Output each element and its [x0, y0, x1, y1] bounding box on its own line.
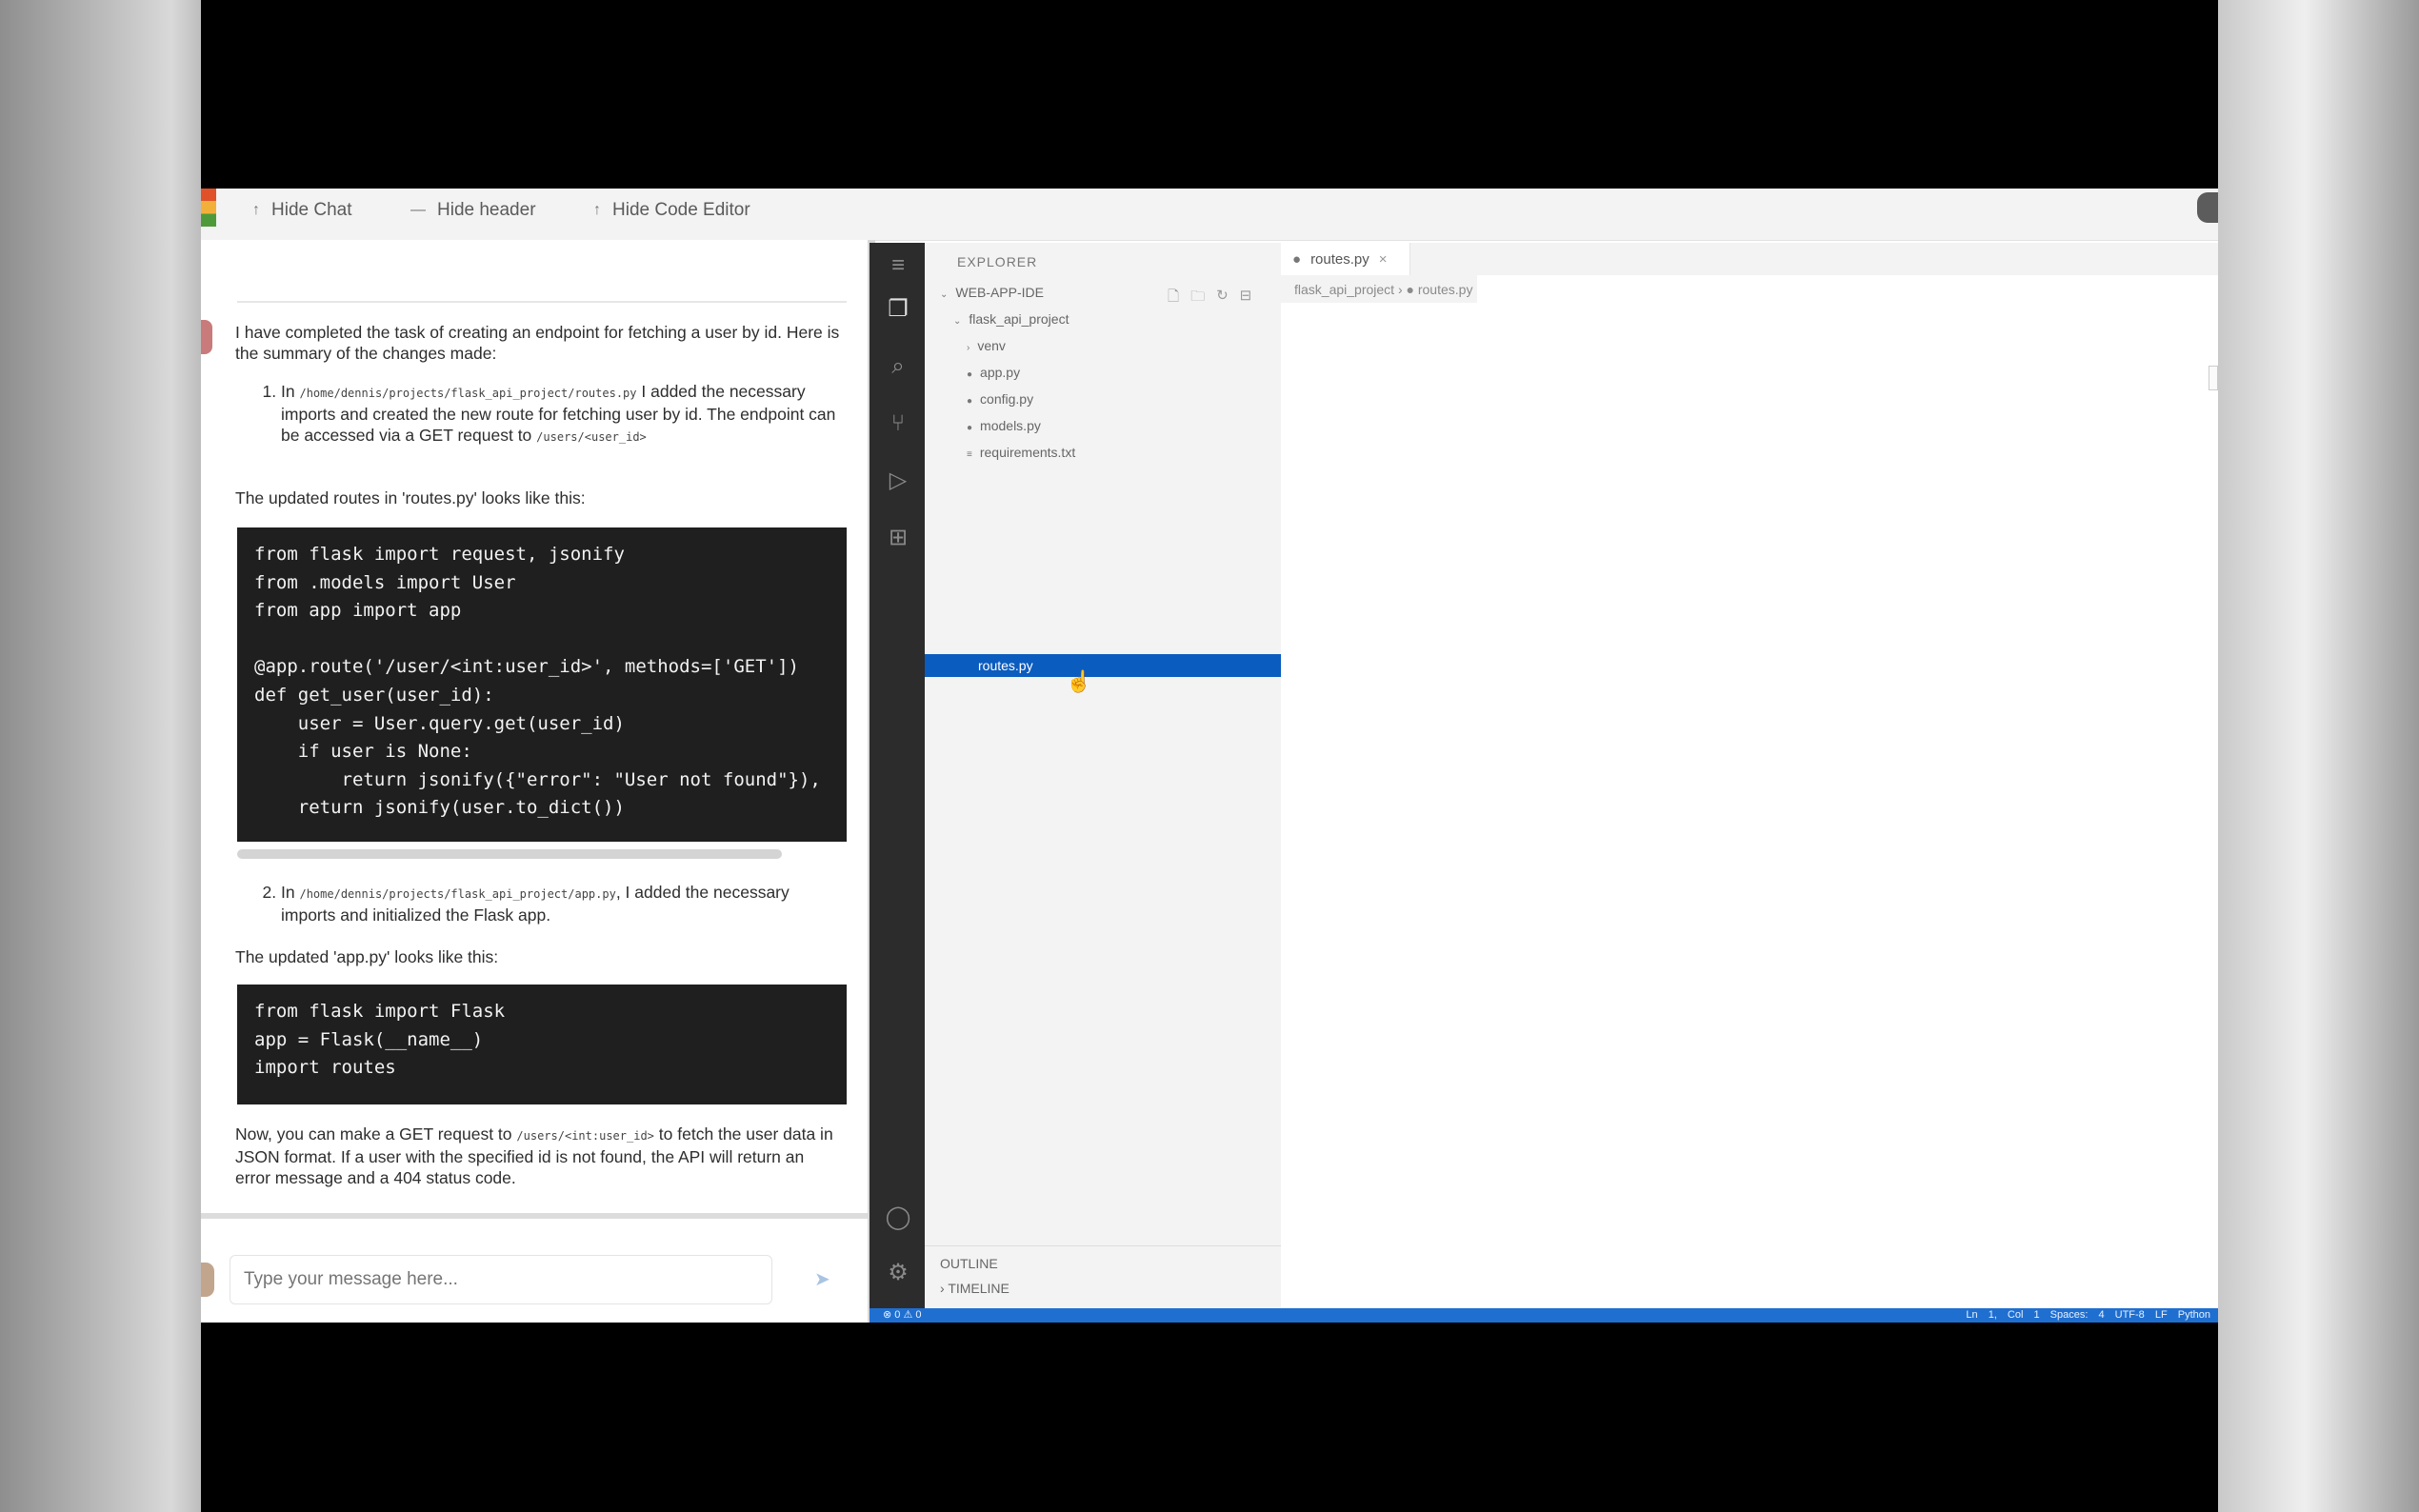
step2-prefix: In	[281, 883, 295, 902]
hide-code-editor-button[interactable]: ↑ Hide Code Editor	[593, 196, 750, 225]
menu-icon[interactable]: ≡	[885, 252, 911, 279]
user-avatar-top[interactable]	[2197, 192, 2218, 223]
chat-divider	[201, 1213, 868, 1219]
code-editor[interactable]	[1281, 303, 2218, 1310]
editor-tab-bar: ● routes.py ×	[1281, 243, 2218, 275]
run-debug-icon[interactable]: ▷	[885, 468, 911, 494]
status-bar: ⊗ 0 ⚠ 0 Ln 1, Col 1 Spaces: 4 UTF-8 LF P…	[870, 1308, 2218, 1323]
assistant-avatar	[201, 320, 212, 354]
tab-routes-py[interactable]: ● routes.py ×	[1281, 243, 1410, 275]
assistant-step-1: In /home/dennis/projects/flask_api_proje…	[235, 381, 841, 448]
top-toolbar: ↑ Hide Chat — Hide header ↑ Hide Code Ed…	[201, 189, 2218, 241]
tree-item-label: models.py	[980, 418, 1041, 433]
code-horizontal-scrollbar[interactable]	[237, 849, 782, 859]
step1-prefix: In	[281, 382, 295, 401]
new-folder-icon[interactable]: 🗀	[1190, 287, 1205, 310]
chevron-down-icon: ⌄	[940, 289, 949, 300]
assistant-outro: Now, you can make a GET request to /user…	[235, 1124, 841, 1188]
hide-header-label: Hide header	[437, 200, 536, 220]
python-file-icon: ●	[967, 396, 973, 407]
chat-message-input[interactable]	[230, 1255, 772, 1304]
extensions-icon[interactable]: ⊞	[885, 525, 911, 551]
breadcrumb-project[interactable]: flask_api_project	[1294, 282, 1394, 297]
breadcrumb: flask_api_project › ● routes.py	[1294, 282, 1472, 297]
hide-chat-button[interactable]: ↑ Hide Chat	[252, 196, 352, 225]
files-icon[interactable]: ❐	[885, 296, 911, 323]
tab-label: routes.py	[1310, 250, 1369, 268]
collapse-all-icon[interactable]: ⊟	[1240, 287, 1252, 310]
outline-label: OUTLINE	[940, 1256, 998, 1271]
editor-layout-icon[interactable]	[2209, 366, 2218, 390]
status-info[interactable]: Ln 1, Col 1 Spaces: 4 UTF-8 LF Python	[1966, 1308, 2210, 1323]
search-icon[interactable]: ⌕	[885, 353, 911, 380]
tree-item-label: app.py	[980, 365, 1021, 380]
assistant-intro: I have completed the task of creating an…	[235, 323, 840, 363]
tree-item-app-py[interactable]: ● app.py	[967, 361, 1020, 384]
step1-path: /home/dennis/projects/flask_api_project/…	[299, 387, 637, 400]
tree-item-label: config.py	[980, 391, 1034, 407]
chevron-down-icon: ⌄	[953, 316, 962, 327]
hide-header-button[interactable]: — Hide header	[410, 196, 536, 225]
tree-item-venv[interactable]: › venv	[967, 334, 1006, 357]
chevron-up-icon: ↑	[252, 202, 260, 218]
status-problems[interactable]: ⊗ 0 ⚠ 0	[883, 1308, 921, 1323]
text-file-icon: ≡	[967, 449, 972, 460]
new-file-icon[interactable]: 🗋	[1168, 287, 1179, 310]
chat-panel: I have completed the task of creating an…	[201, 240, 868, 1323]
tree-project-folder[interactable]: ⌄ flask_api_project	[953, 308, 1069, 330]
step2-path: /home/dennis/projects/flask_api_project/…	[299, 887, 616, 901]
explorer-footer-divider	[925, 1245, 1281, 1246]
python-file-icon: ●	[1292, 250, 1302, 268]
outline-section[interactable]: OUTLINE	[940, 1256, 998, 1271]
gear-icon[interactable]: ⚙	[885, 1260, 911, 1286]
tree-item-config-py[interactable]: ● config.py	[967, 388, 1033, 410]
refresh-icon[interactable]: ↻	[1216, 287, 1229, 310]
chevron-right-icon: › ●	[1397, 282, 1418, 297]
mouse-cursor-icon: ☝	[1066, 669, 1092, 693]
hide-chat-label: Hide Chat	[271, 200, 352, 220]
outro-path: /users/<int:user_id>	[516, 1129, 654, 1143]
source-control-icon[interactable]: ⑂	[885, 410, 911, 437]
step1-endpoint: /users/<user_id>	[536, 430, 647, 444]
outro-prefix: Now, you can make a GET request to	[235, 1124, 512, 1144]
code-block-app[interactable]: from flask import Flask app = Flask(__na…	[237, 985, 847, 1104]
tree-item-label: requirements.txt	[979, 445, 1076, 460]
tree-project-label: flask_api_project	[969, 311, 1070, 327]
explorer-actions: 🗋 🗀 ↻ ⊟	[1168, 287, 1251, 310]
breadcrumb-file[interactable]: routes.py	[1418, 282, 1473, 297]
hide-code-editor-label: Hide Code Editor	[612, 200, 750, 220]
user-avatar	[201, 1263, 214, 1297]
chat-messages[interactable]: I have completed the task of creating an…	[201, 240, 868, 1213]
tree-item-routes-py-label: routes.py	[978, 658, 1033, 673]
tree-item-models-py[interactable]: ● models.py	[967, 414, 1041, 437]
tree-root-label: WEB-APP-IDE	[955, 285, 1044, 300]
app-logo	[201, 189, 216, 227]
tree-item-label: venv	[977, 338, 1006, 353]
chevron-up-icon: ↑	[593, 202, 601, 218]
send-icon[interactable]: ➤	[814, 1267, 830, 1291]
timeline-label: TIMELINE	[948, 1281, 1010, 1296]
tree-root[interactable]: ⌄ WEB-APP-IDE	[940, 281, 1044, 304]
timeline-section[interactable]: › TIMELINE	[940, 1281, 1010, 1296]
account-icon[interactable]: ◯	[885, 1204, 911, 1231]
chat-separator	[237, 301, 847, 303]
code-block-routes[interactable]: from flask import request, jsonify from …	[237, 527, 847, 842]
minus-icon: —	[410, 202, 426, 218]
app-window: ↑ Hide Chat — Hide header ↑ Hide Code Ed…	[201, 189, 2218, 1323]
routes-caption: The updated routes in 'routes.py' looks …	[235, 488, 586, 507]
python-file-icon: ●	[967, 369, 973, 380]
tree-item-requirements-txt[interactable]: ≡ requirements.txt	[967, 441, 1075, 464]
chevron-right-icon: ›	[967, 343, 970, 353]
activity-bar: ≡ ❐ ⌕ ⑂ ▷ ⊞ ◯ ⚙	[870, 243, 925, 1319]
assistant-step-2: In /home/dennis/projects/flask_api_proje…	[235, 882, 841, 925]
close-icon[interactable]: ×	[1379, 251, 1388, 268]
explorer-title: EXPLORER	[957, 254, 1038, 269]
python-file-icon: ●	[967, 423, 973, 433]
app-caption: The updated 'app.py' looks like this:	[235, 947, 499, 966]
